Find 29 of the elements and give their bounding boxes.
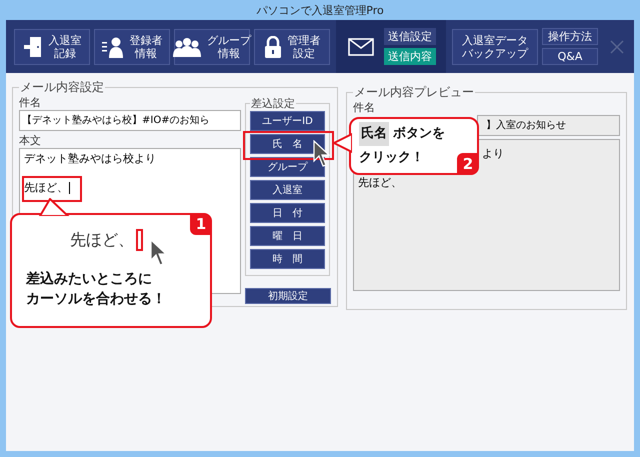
button-label: 記録 [54,46,76,60]
window-title: パソコンで入退室管理Pro [256,2,384,18]
button-label: 情報 [218,46,240,60]
button-label: グループ [207,34,251,46]
callout-text: ボタンを [393,125,445,143]
button-label: 入退室データ [462,34,528,46]
group-title: メール内容プレビュー [353,84,475,101]
group-title: 差込設定 [250,96,296,111]
body-label: 本文 [19,134,41,148]
step-badge: 2 [457,153,479,175]
group-title: メール内容設定 [19,79,105,96]
step-badge: 1 [190,213,212,235]
body-line: より [482,146,504,161]
highlighted-word: 氏名 [359,122,389,146]
body-line: デネット塾みやはら校より [24,151,157,166]
zoomed-text: 先ほど、 [70,230,134,250]
button-label: 登録者 [130,34,162,46]
body-line: 先ほど、 [358,175,403,190]
subject-label: 件名 [353,101,375,115]
subject-label: 件名 [19,96,41,110]
button-label: 管理者 [288,34,320,46]
button-label: 入退室 [48,34,82,46]
callout-text: クリック！ [359,149,424,167]
button-label: 情報 [135,46,157,60]
body-line: 先ほど、 [24,180,70,195]
callout-text: 差込みたいところに カーソルを合わせる！ [26,270,167,309]
preview-subject-field: 】入室のお知らせ [477,115,620,136]
button-label: バックアップ [462,46,528,60]
button-label: 設定 [293,46,315,60]
